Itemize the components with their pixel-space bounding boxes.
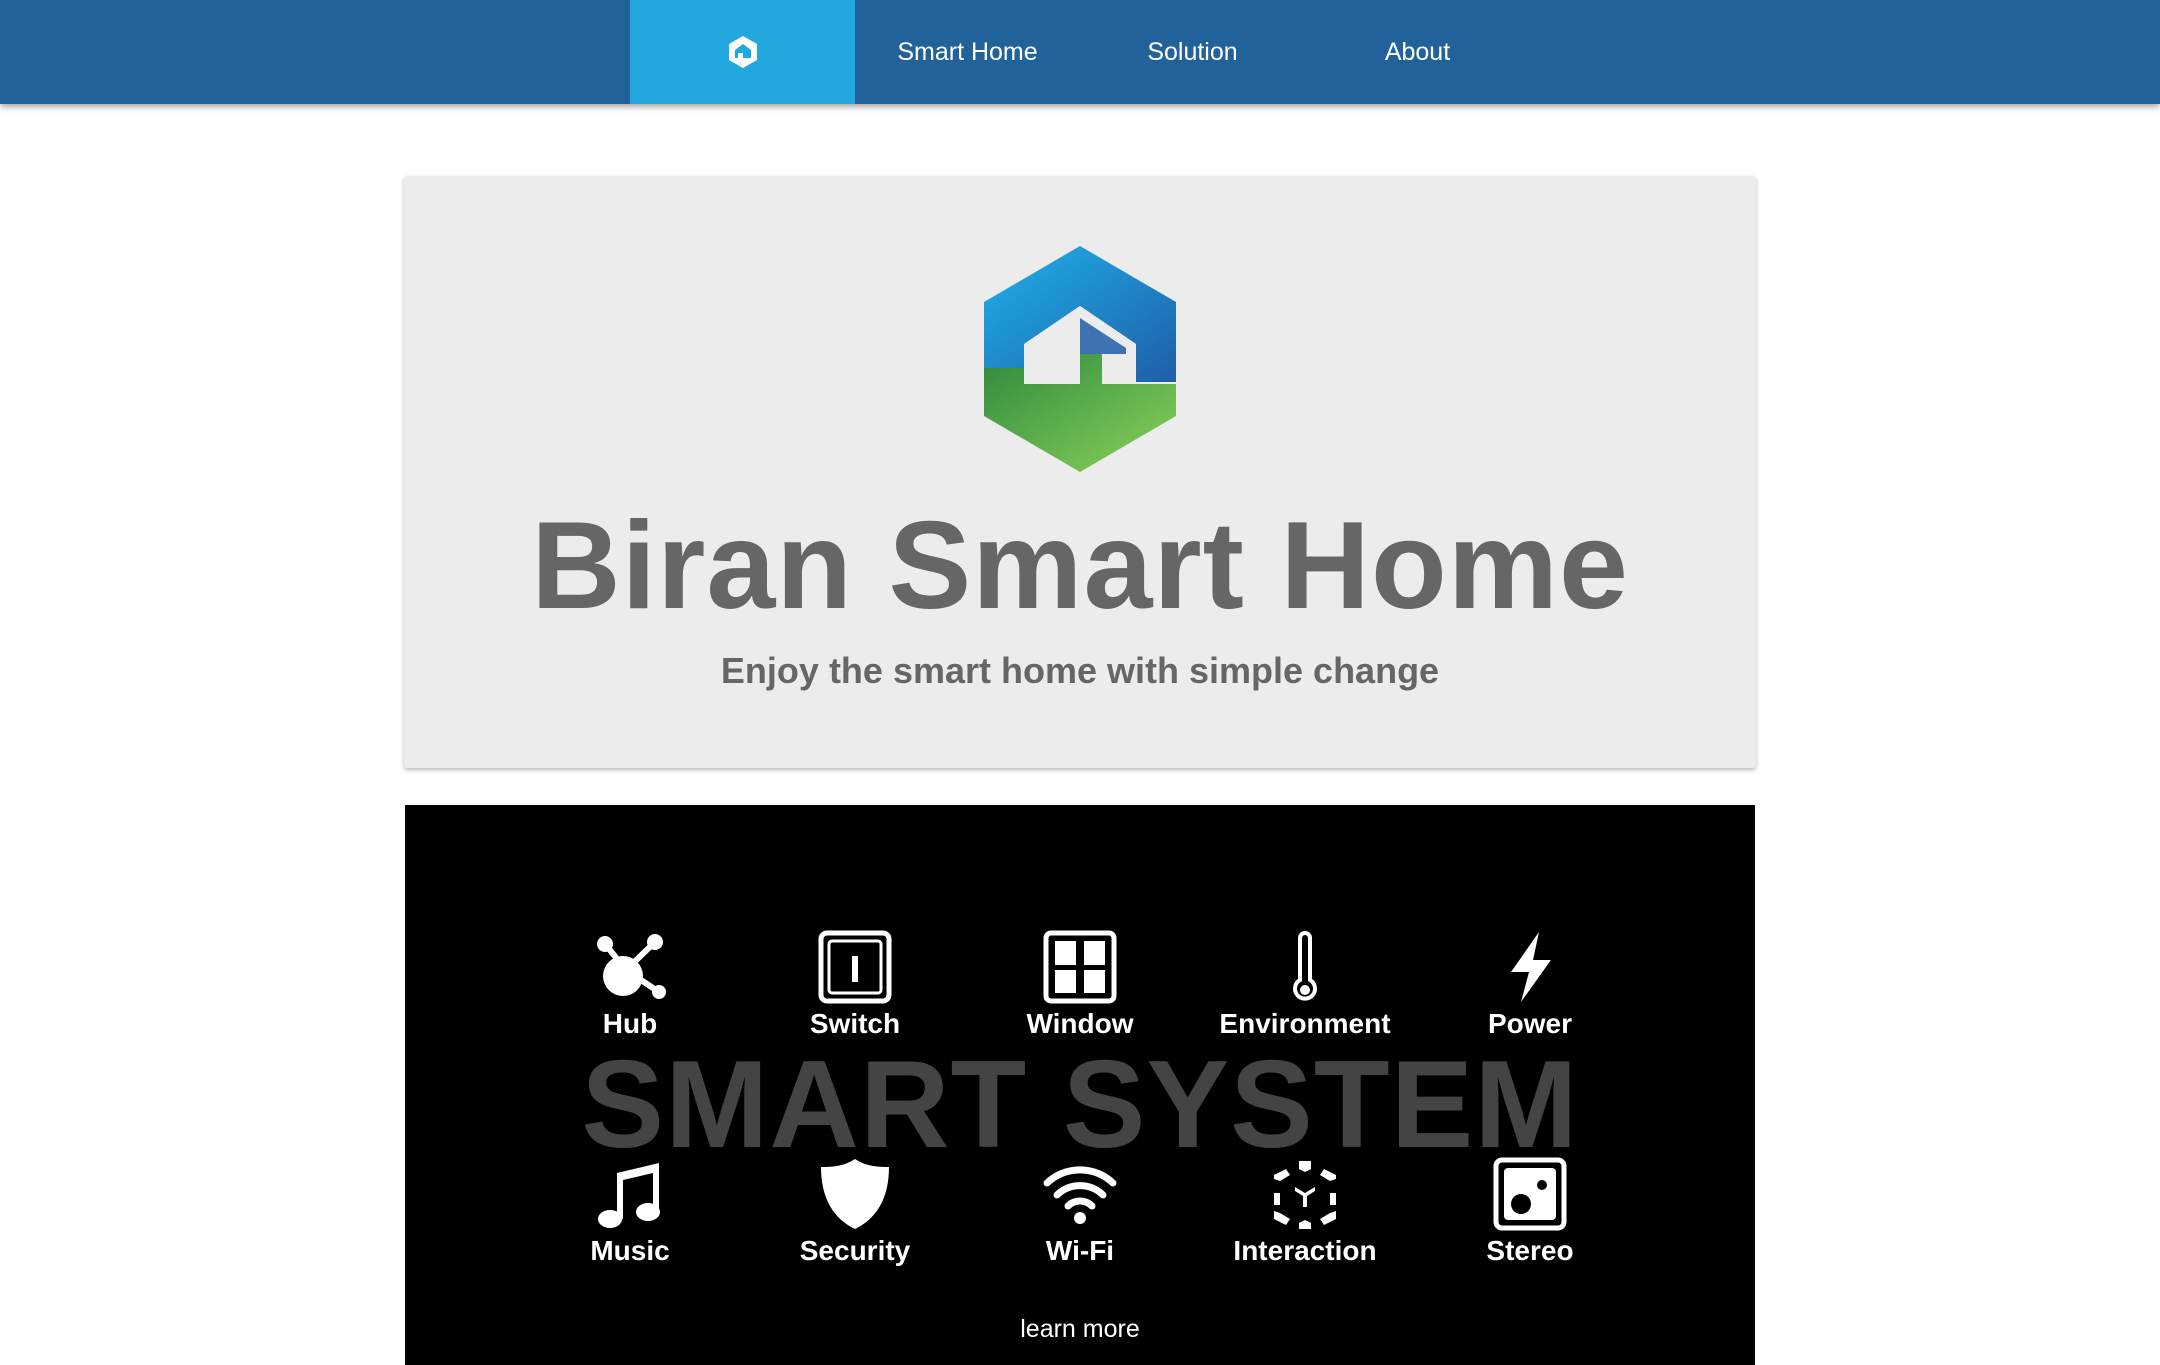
speaker-icon	[1493, 1157, 1567, 1231]
feature-power[interactable]: Power	[1430, 930, 1630, 1060]
feature-environment[interactable]: Environment	[1205, 930, 1405, 1060]
feature-label: Music	[590, 1235, 670, 1266]
feature-switch[interactable]: Switch	[755, 930, 955, 1060]
wifi-icon	[1043, 1166, 1117, 1224]
feature-security[interactable]: Security	[755, 1157, 955, 1287]
feature-label: Wi-Fi	[1045, 1235, 1115, 1266]
hero-title: Biran Smart Home	[531, 497, 1629, 635]
feature-window[interactable]: Window	[980, 930, 1180, 1060]
feature-label: Security	[799, 1235, 911, 1266]
feature-label: Interaction	[1233, 1235, 1377, 1266]
feature-interaction[interactable]: Interaction	[1205, 1157, 1405, 1287]
feature-music[interactable]: Music	[530, 1157, 730, 1287]
feature-hub[interactable]: Hub	[530, 930, 730, 1060]
music-note-icon	[598, 1163, 660, 1228]
smart-system-watermark: SMART SYSTEM	[581, 1036, 1579, 1174]
feature-stereo[interactable]: Stereo	[1430, 1157, 1630, 1287]
house-hexagon-logo	[984, 246, 1176, 472]
nav-smart-home[interactable]: Smart Home	[855, 0, 1080, 104]
feature-label: Hub	[602, 1008, 658, 1039]
feature-wifi[interactable]: Wi-Fi	[980, 1157, 1180, 1287]
switch-icon	[818, 930, 892, 1004]
hero-card: Biran Smart Home Enjoy the smart home wi…	[404, 176, 1756, 768]
nav-about[interactable]: About	[1305, 0, 1530, 104]
hub-icon	[597, 934, 666, 999]
cube-icon	[1274, 1161, 1336, 1229]
feature-label: Power	[1487, 1008, 1573, 1039]
nav-solution[interactable]: Solution	[1080, 0, 1305, 104]
feature-label: Environment	[1219, 1008, 1391, 1039]
house-hexagon-icon	[728, 36, 757, 68]
feature-label: Stereo	[1486, 1235, 1574, 1266]
hero-subtitle: Enjoy the smart home with simple change	[720, 650, 1440, 691]
shield-icon	[821, 1159, 889, 1229]
learn-more-link[interactable]: learn more	[405, 1315, 1755, 1344]
nav-home-logo-button[interactable]	[630, 0, 855, 104]
lightning-icon	[1511, 932, 1551, 1002]
feature-label: Switch	[809, 1008, 901, 1039]
thermometer-icon	[1293, 931, 1317, 1001]
smart-system-panel: SMART SYSTEM Hub Switch Window Environme…	[405, 805, 1755, 1365]
top-navbar: Smart Home Solution About	[0, 0, 2160, 104]
feature-label: Window	[1026, 1008, 1134, 1039]
window-icon	[1043, 930, 1117, 1004]
